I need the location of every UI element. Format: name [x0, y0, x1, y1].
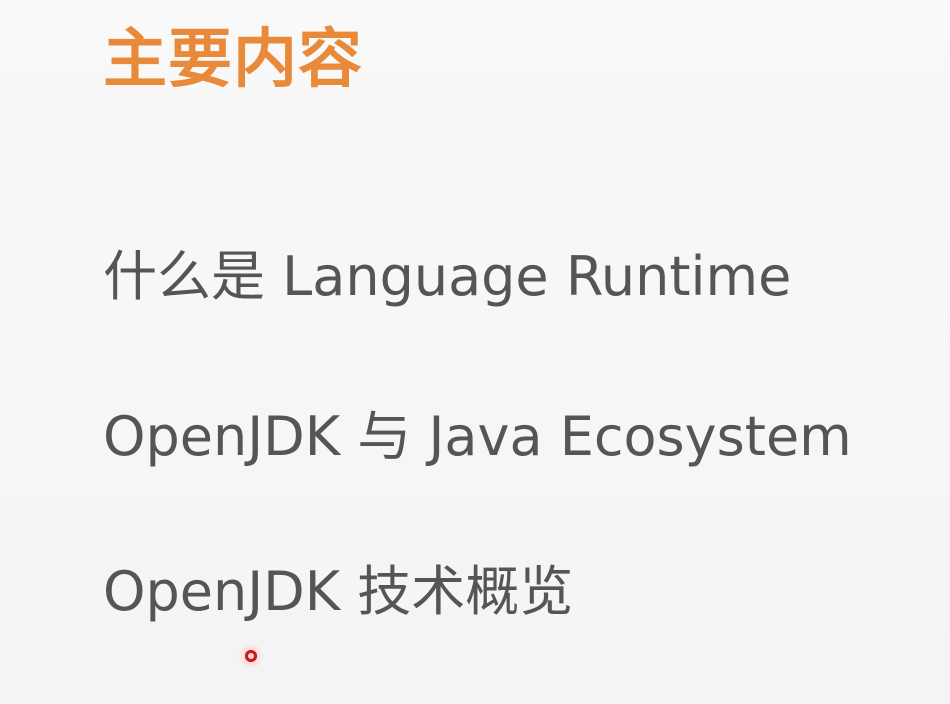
red-dot-pointer-icon [239, 644, 263, 668]
slide-title: 主要内容 [103, 23, 363, 97]
agenda-item-java-ecosystem: OpenJDK 与 Java Ecosystem [103, 405, 852, 468]
agenda-item-technology-overview: OpenJDK 技术概览 [103, 560, 574, 623]
slide: 主要内容 什么是 Language Runtime OpenJDK 与 Java… [0, 0, 950, 704]
agenda-item-language-runtime: 什么是 Language Runtime [103, 245, 792, 308]
